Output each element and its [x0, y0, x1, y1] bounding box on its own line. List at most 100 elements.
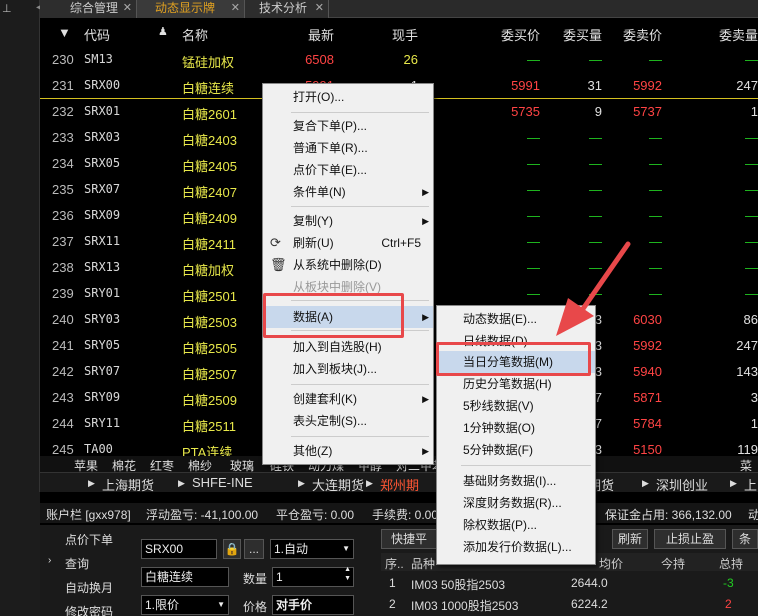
header-name[interactable]: 名称: [182, 25, 208, 44]
cell-code: SRX13: [84, 260, 121, 274]
cell-seq: 231: [52, 78, 74, 93]
pos-total: 2: [725, 597, 732, 611]
float-pnl: 浮动盈亏: -41,100.00: [146, 508, 259, 522]
cell-name: 白糖2501: [182, 289, 237, 304]
refresh-button[interactable]: 刷新: [612, 529, 648, 549]
table-row[interactable]: 230 SM13 锰硅加权 6508 26 — — — —: [40, 47, 758, 73]
cell-bid: —: [527, 260, 540, 275]
header-volume-now[interactable]: 现手: [392, 25, 418, 44]
price-input[interactable]: 对手价: [272, 595, 354, 615]
submenu-item[interactable]: 除权数据(P)...: [437, 514, 595, 536]
exchange-tab[interactable]: 上: [744, 475, 757, 494]
submenu-item-label: 除权数据(P)...: [463, 518, 537, 532]
cell-last: 6508: [305, 52, 334, 67]
submenu-item-label: 历史分笔数据(H): [463, 377, 552, 391]
quantity-stepper[interactable]: 1 ▲ ▼: [272, 565, 354, 587]
pos-header-total[interactable]: 总持: [719, 555, 743, 572]
pos-header-avg[interactable]: 均价: [599, 555, 623, 572]
pos-header-seq[interactable]: 序..: [385, 555, 404, 572]
fee: 手续费: 0.00: [372, 508, 439, 522]
close-icon[interactable]: ✕: [123, 0, 132, 17]
menu-item[interactable]: 普通下单(R)...: [263, 137, 433, 159]
lock-icon[interactable]: 🔒: [223, 539, 241, 559]
header-code[interactable]: 代码: [84, 25, 110, 44]
header-ask[interactable]: 委卖价: [623, 25, 662, 44]
more-button[interactable]: ...: [244, 539, 264, 559]
chevron-right-icon[interactable]: ›: [48, 555, 51, 566]
account-label: 账户栏 [gxx978]: [46, 508, 131, 522]
cell-seq: 235: [52, 182, 74, 197]
account-trailing: 动: [748, 508, 758, 522]
mode-select[interactable]: 1.自动 ▼: [270, 539, 354, 559]
cell-name: 白糖2507: [182, 367, 237, 382]
tab-comprehensive[interactable]: 综合管理 ✕: [40, 0, 137, 18]
menu-item-label: 点价下单(E)...: [293, 163, 367, 177]
cell-name: 白糖2411: [182, 237, 236, 252]
position-row[interactable]: 1 IM03 50股指2503 2644.0 -3: [381, 574, 758, 594]
submenu-arrow-icon: ▶: [422, 216, 429, 226]
menu-item[interactable]: 打开(O)...: [263, 86, 433, 108]
cell-ask: 5992: [633, 78, 662, 93]
menu-item[interactable]: 复制(Y) ▶: [263, 210, 433, 232]
cell-code: SRY11: [84, 416, 121, 430]
play-arrow-icon: ▶: [366, 478, 373, 488]
menu-separator: [461, 465, 591, 466]
side-item-change-password[interactable]: 修改密码: [65, 603, 113, 616]
exchange-tab[interactable]: 上海期货: [102, 475, 154, 494]
menu-item[interactable]: 点价下单(E)...: [263, 159, 433, 181]
header-bid-volume[interactable]: 委买量: [563, 25, 602, 44]
submenu-item[interactable]: 添加发行价数据(L)...: [437, 536, 595, 558]
submenu-item[interactable]: 基础财务数据(I)...: [437, 470, 595, 492]
submenu-item[interactable]: 5秒线数据(V): [437, 395, 595, 417]
exchange-tab[interactable]: 深圳创业: [656, 475, 708, 494]
pin-icon[interactable]: ⊥: [2, 2, 12, 15]
submenu-item[interactable]: 1分钟数据(O): [437, 417, 595, 439]
menu-item[interactable]: 复合下单(P)...: [263, 115, 433, 137]
close-icon[interactable]: ✕: [231, 0, 240, 17]
stepper-arrows-icon[interactable]: ▲ ▼: [344, 565, 351, 583]
position-row[interactable]: 2 IM03 1000股指2503 6224.2 2: [381, 595, 758, 615]
side-item-auto-roll[interactable]: 自动换月: [65, 579, 113, 596]
exchange-tab[interactable]: 大连期货: [312, 475, 364, 494]
exchange-tab[interactable]: SHFE-INE: [192, 475, 253, 490]
cell-seq: 241: [52, 338, 74, 353]
side-item-query[interactable]: 查询: [65, 555, 89, 572]
exchange-tab[interactable]: 郑州期: [380, 475, 419, 494]
cell-name: 白糖2405: [182, 159, 237, 174]
submenu-item[interactable]: 5分钟数据(F): [437, 439, 595, 461]
play-arrow-icon: ▶: [178, 478, 185, 488]
menu-separator: [291, 206, 429, 207]
tab-dynamic-board[interactable]: 动态显示牌 ✕: [137, 0, 245, 18]
menu-item[interactable]: 加入到自选股(H): [263, 336, 433, 358]
side-item-click-order[interactable]: 点价下单: [65, 531, 113, 548]
cell-seq: 238: [52, 260, 74, 275]
menu-item[interactable]: 刷新(U) Ctrl+F5 ⟳: [263, 232, 433, 254]
extra-button[interactable]: 条: [732, 529, 758, 549]
close-icon[interactable]: ✕: [315, 0, 324, 17]
menu-item[interactable]: 表头定制(S)...: [263, 410, 433, 432]
submenu-item[interactable]: 历史分笔数据(H): [437, 373, 595, 395]
menu-item[interactable]: 加入到板块(J)...: [263, 358, 433, 380]
submenu-item[interactable]: 深度财务数据(R)...: [437, 492, 595, 514]
person-icon[interactable]: ♟: [158, 25, 168, 38]
header-last[interactable]: 最新: [308, 25, 334, 44]
menu-item[interactable]: 创建套利(K) ▶: [263, 388, 433, 410]
tab-technical-analysis[interactable]: 技术分析 ✕: [245, 0, 329, 18]
quick-close-button[interactable]: 快捷平: [381, 529, 437, 549]
menu-item[interactable]: 条件单(N) ▶: [263, 181, 433, 203]
menu-item-label: 刷新(U): [293, 236, 334, 250]
pos-header-today[interactable]: 今持: [661, 555, 685, 572]
menu-item[interactable]: 其他(Z) ▶: [263, 440, 433, 462]
price-type-select[interactable]: 1.限价 ▼: [141, 595, 229, 615]
stop-loss-button[interactable]: 止损止盈: [654, 529, 726, 549]
cell-bidv: 31: [587, 78, 602, 93]
menu-item[interactable]: 从系统中删除(D) 🗑: [263, 254, 433, 276]
annotation-arrow-icon: [556, 241, 631, 336]
header-ask-volume[interactable]: 委卖量: [719, 25, 758, 44]
menu-item-label: 复制(Y): [293, 214, 333, 228]
sort-arrow-icon[interactable]: ▼: [58, 25, 71, 40]
pos-header-name[interactable]: 品种: [411, 555, 435, 572]
cell-seq: 242: [52, 364, 74, 379]
header-bid[interactable]: 委买价: [501, 25, 540, 44]
code-input[interactable]: SRX00: [141, 539, 217, 559]
